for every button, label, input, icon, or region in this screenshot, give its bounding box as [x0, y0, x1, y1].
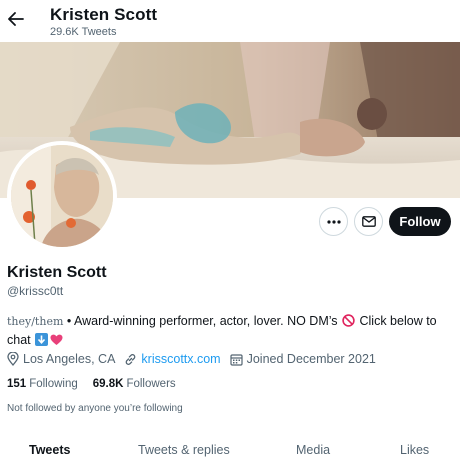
location-pin-icon	[7, 352, 19, 366]
bio-pronouns: they/them	[7, 315, 64, 328]
joined-date: Joined December 2021	[230, 352, 376, 366]
following-link[interactable]: 151 Following	[7, 378, 78, 390]
location: Los Angeles, CA	[7, 352, 115, 366]
more-icon	[326, 219, 341, 224]
link-icon	[126, 353, 136, 365]
display-name: Kristen Scott	[7, 264, 107, 281]
tab-tweets[interactable]: Tweets	[29, 443, 70, 457]
header-name: Kristen Scott	[50, 5, 158, 24]
tab-tweets-replies[interactable]: Tweets & replies	[138, 443, 230, 457]
no-entry-icon	[342, 314, 355, 332]
followed-by-note: Not followed by anyone you’re following	[7, 403, 183, 414]
calendar-icon	[230, 353, 243, 366]
avatar-frame[interactable]	[7, 141, 117, 251]
profile-meta: Los Angeles, CA krisscottx.com Joined De…	[7, 352, 385, 366]
following-count: 151	[7, 378, 27, 390]
avatar[interactable]	[11, 145, 113, 247]
handle: @krissc0tt	[7, 284, 64, 298]
tab-likes[interactable]: Likes	[400, 443, 429, 457]
follow-stats: 151 Following 69.8K Followers	[7, 378, 191, 390]
more-options-button[interactable]	[319, 207, 348, 236]
mail-icon	[361, 216, 376, 227]
follow-button[interactable]: Follow	[389, 207, 451, 236]
joined-text: Joined December 2021	[246, 352, 376, 366]
tab-media[interactable]: Media	[296, 443, 330, 457]
down-arrow-icon	[35, 333, 49, 351]
back-arrow-icon[interactable]	[6, 9, 26, 29]
location-text: Los Angeles, CA	[23, 352, 116, 366]
tweet-count: 29.6K Tweets	[50, 26, 117, 38]
website-link[interactable]: krisscottx.com	[141, 352, 220, 366]
profile-tabs: Tweets Tweets & replies Media Likes	[0, 432, 460, 460]
top-bar: Kristen Scott 29.6K Tweets	[0, 0, 460, 42]
message-button[interactable]	[354, 207, 383, 236]
heart-icon	[50, 334, 63, 351]
bio-text: • Award-winning performer, actor, lover.…	[63, 314, 342, 328]
bio: they/them • Award-winning performer, act…	[7, 313, 447, 351]
followers-link[interactable]: 69.8K Followers	[93, 378, 176, 390]
website[interactable]: krisscottx.com	[124, 352, 221, 366]
followers-label: Followers	[126, 378, 176, 390]
following-label: Following	[29, 378, 78, 390]
followers-count: 69.8K	[92, 378, 124, 390]
